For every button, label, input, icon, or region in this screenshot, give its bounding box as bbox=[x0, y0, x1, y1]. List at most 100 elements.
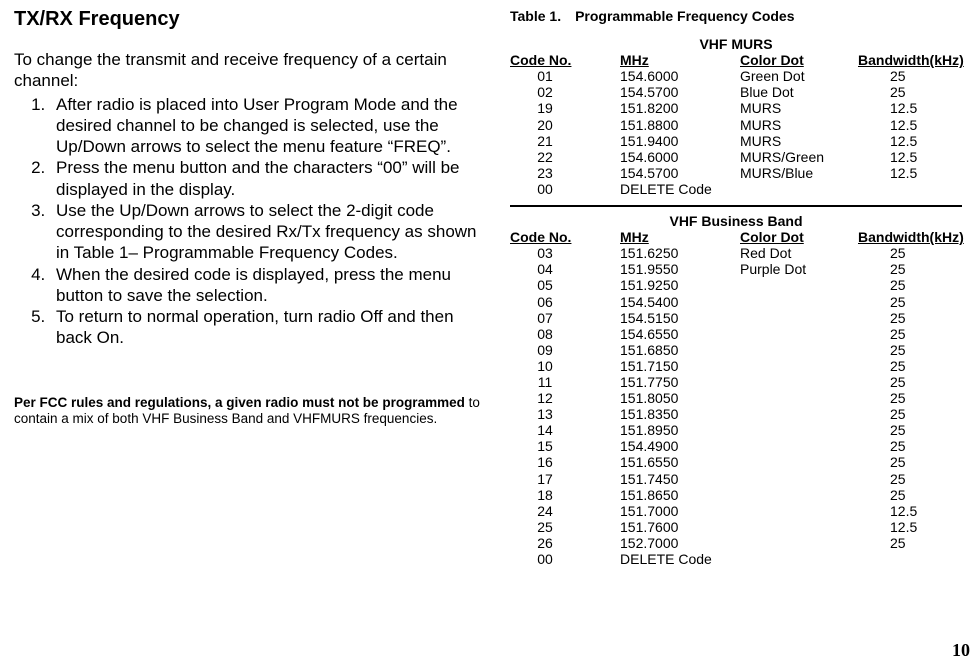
cell-dot bbox=[740, 374, 858, 390]
cell-bw: 12.5 bbox=[858, 133, 962, 149]
cell-dot bbox=[740, 294, 858, 310]
cell-bw: 12.5 bbox=[858, 149, 962, 165]
cell-mhz: 151.9550 bbox=[620, 261, 740, 277]
table-header-row: Code No. MHz Color Dot Bandwidth(kHz) bbox=[510, 229, 962, 245]
cell-code: 02 bbox=[510, 84, 620, 100]
cell-dot: Green Dot bbox=[740, 68, 858, 84]
table-row: 22154.6000MURS/Green12.5 bbox=[510, 149, 962, 165]
table-row: 21151.9400MURS12.5 bbox=[510, 133, 962, 149]
cell-code: 07 bbox=[510, 310, 620, 326]
table-row: 08154.655025 bbox=[510, 326, 962, 342]
cell-dot: Red Dot bbox=[740, 245, 858, 261]
cell-mhz: 151.7150 bbox=[620, 358, 740, 374]
cell-dot bbox=[740, 277, 858, 293]
cell-dot bbox=[740, 535, 858, 551]
cell-dot bbox=[740, 181, 858, 197]
cell-code: 00 bbox=[510, 181, 620, 197]
col-header-dot: Color Dot bbox=[740, 52, 858, 68]
table-row: 16151.655025 bbox=[510, 454, 962, 470]
cell-bw: 25 bbox=[858, 326, 962, 342]
cell-mhz: 151.6850 bbox=[620, 342, 740, 358]
cell-code: 25 bbox=[510, 519, 620, 535]
cell-mhz: 151.8200 bbox=[620, 100, 740, 116]
cell-mhz: 154.6550 bbox=[620, 326, 740, 342]
table-row: 17151.745025 bbox=[510, 471, 962, 487]
table-row: 04151.9550Purple Dot25 bbox=[510, 261, 962, 277]
left-column: TX/RX Frequency To change the transmit a… bbox=[14, 8, 504, 663]
section-title-murs: VHF MURS bbox=[510, 36, 962, 52]
table-murs: Code No. MHz Color Dot Bandwidth(kHz) 01… bbox=[510, 52, 962, 197]
cell-bw: 25 bbox=[858, 68, 962, 84]
cell-bw: 25 bbox=[858, 277, 962, 293]
cell-code: 13 bbox=[510, 406, 620, 422]
cell-mhz: 151.8650 bbox=[620, 487, 740, 503]
cell-bw bbox=[858, 551, 962, 567]
cell-dot: MURS bbox=[740, 100, 858, 116]
cell-bw: 25 bbox=[858, 406, 962, 422]
table-row: 01154.6000Green Dot25 bbox=[510, 68, 962, 84]
col-header-bw: Bandwidth(kHz) bbox=[858, 52, 962, 68]
cell-code: 15 bbox=[510, 438, 620, 454]
cell-mhz: 151.7450 bbox=[620, 471, 740, 487]
fcc-notice: Per FCC rules and regulations, a given r… bbox=[14, 395, 494, 429]
cell-bw: 25 bbox=[858, 422, 962, 438]
cell-dot bbox=[740, 310, 858, 326]
cell-bw: 25 bbox=[858, 310, 962, 326]
table-row: 15154.490025 bbox=[510, 438, 962, 454]
table-row: 26152.700025 bbox=[510, 535, 962, 551]
page-title: TX/RX Frequency bbox=[14, 8, 494, 31]
cell-bw: 25 bbox=[858, 390, 962, 406]
step-item: To return to normal operation, turn radi… bbox=[50, 306, 494, 349]
col-header-bw: Bandwidth(kHz) bbox=[858, 229, 962, 245]
cell-code: 03 bbox=[510, 245, 620, 261]
cell-dot: Blue Dot bbox=[740, 84, 858, 100]
step-item: When the desired code is displayed, pres… bbox=[50, 264, 494, 307]
cell-bw: 12.5 bbox=[858, 503, 962, 519]
table-row: 23154.5700MURS/Blue12.5 bbox=[510, 165, 962, 181]
col-header-mhz: MHz bbox=[620, 229, 740, 245]
cell-mhz: DELETE Code bbox=[620, 181, 740, 197]
cell-mhz: 151.7750 bbox=[620, 374, 740, 390]
table-row: 11151.775025 bbox=[510, 374, 962, 390]
cell-code: 05 bbox=[510, 277, 620, 293]
cell-mhz: 151.8350 bbox=[620, 406, 740, 422]
cell-mhz: 151.9400 bbox=[620, 133, 740, 149]
cell-bw: 25 bbox=[858, 342, 962, 358]
cell-dot: MURS/Blue bbox=[740, 165, 858, 181]
intro-text: To change the transmit and receive frequ… bbox=[14, 49, 494, 92]
cell-dot: Purple Dot bbox=[740, 261, 858, 277]
table-row: 10151.715025 bbox=[510, 358, 962, 374]
cell-bw: 25 bbox=[858, 454, 962, 470]
cell-dot bbox=[740, 487, 858, 503]
cell-code: 04 bbox=[510, 261, 620, 277]
col-header-code: Code No. bbox=[510, 229, 620, 245]
cell-mhz: 151.9250 bbox=[620, 277, 740, 293]
cell-bw: 25 bbox=[858, 294, 962, 310]
cell-mhz: 154.5700 bbox=[620, 84, 740, 100]
cell-code: 01 bbox=[510, 68, 620, 84]
step-item: After radio is placed into User Program … bbox=[50, 94, 494, 158]
cell-mhz: 151.7000 bbox=[620, 503, 740, 519]
table-row: 20151.8800MURS12.5 bbox=[510, 117, 962, 133]
step-item: Press the menu button and the characters… bbox=[50, 157, 494, 200]
cell-bw: 25 bbox=[858, 261, 962, 277]
fcc-notice-lead: Per FCC rules and regulations, a given r… bbox=[14, 395, 465, 410]
cell-bw: 25 bbox=[858, 487, 962, 503]
cell-dot bbox=[740, 358, 858, 374]
right-column: Table 1. Programmable Frequency Codes VH… bbox=[504, 8, 962, 663]
table-row: 06154.540025 bbox=[510, 294, 962, 310]
cell-mhz: 151.7600 bbox=[620, 519, 740, 535]
cell-code: 09 bbox=[510, 342, 620, 358]
table-row: 24151.700012.5 bbox=[510, 503, 962, 519]
table-row: 19151.8200MURS12.5 bbox=[510, 100, 962, 116]
cell-dot: MURS bbox=[740, 117, 858, 133]
section-title-business: VHF Business Band bbox=[510, 213, 962, 229]
cell-code: 22 bbox=[510, 149, 620, 165]
cell-dot bbox=[740, 342, 858, 358]
table-row: 09151.6850 25 bbox=[510, 342, 962, 358]
cell-code: 14 bbox=[510, 422, 620, 438]
cell-mhz: 151.8050 bbox=[620, 390, 740, 406]
cell-mhz: 154.5150 bbox=[620, 310, 740, 326]
cell-code: 21 bbox=[510, 133, 620, 149]
table-row: 02154.5700Blue Dot25 bbox=[510, 84, 962, 100]
